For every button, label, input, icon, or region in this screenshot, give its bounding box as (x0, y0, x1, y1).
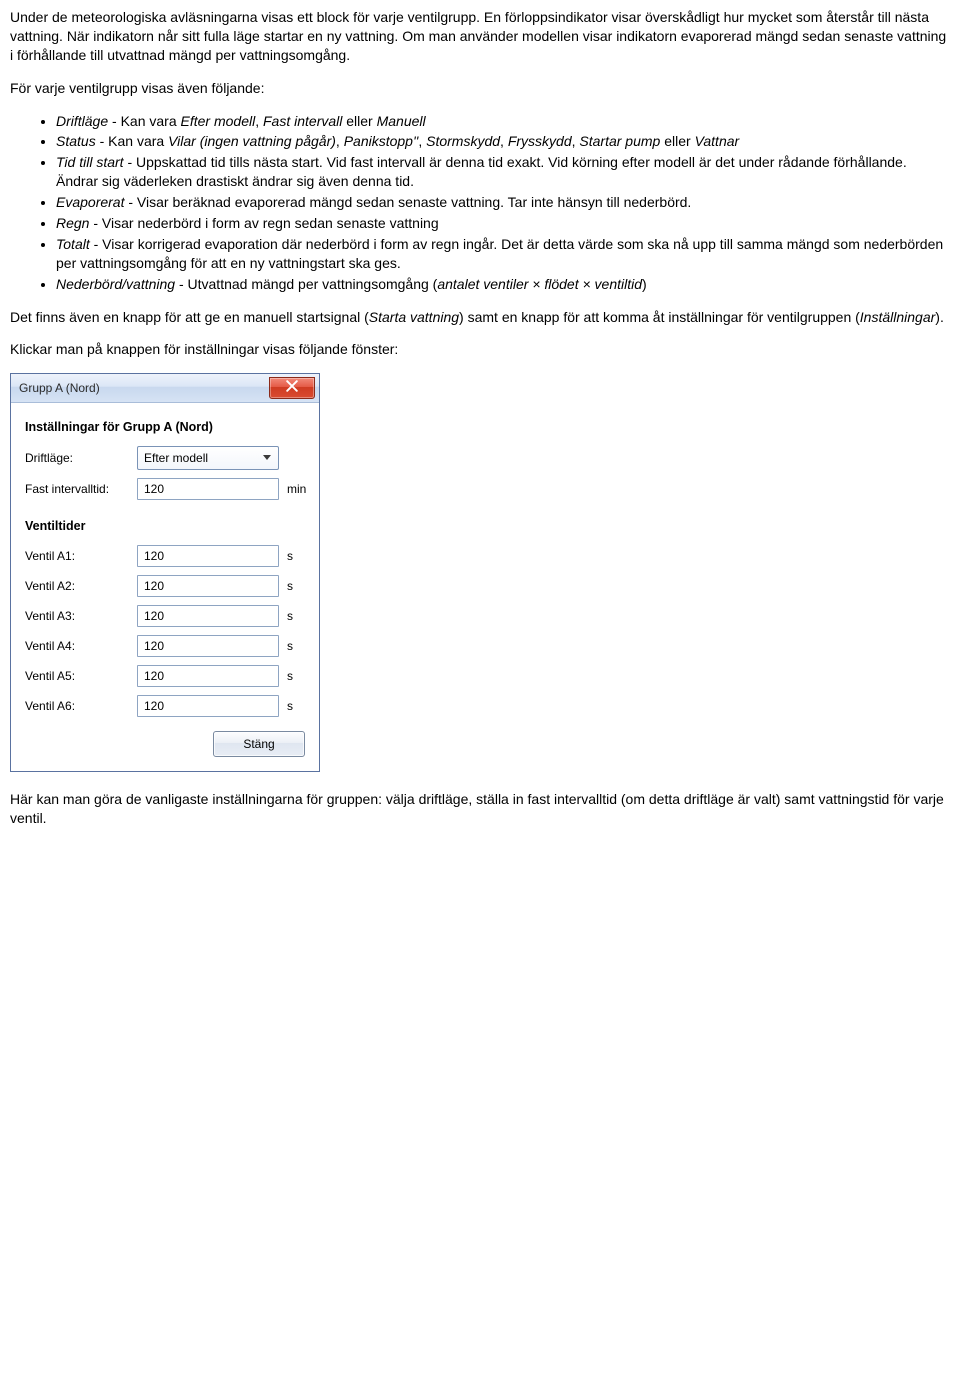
ventil-row: Ventil A5: s (25, 665, 305, 687)
fastintervall-input[interactable] (137, 478, 279, 500)
dialog-body: Inställningar för Grupp A (Nord) Driftlä… (11, 403, 319, 771)
dialog-intro: Klickar man på knappen för inställningar… (10, 340, 950, 359)
ventil-row: Ventil A6: s (25, 695, 305, 717)
list-item: Totalt - Visar korrigerad evaporation dä… (56, 235, 950, 273)
fastintervall-row: Fast intervalltid: min (25, 478, 305, 500)
driftlage-label: Driftläge: (25, 450, 137, 466)
list-item: Tid till start - Uppskattad tid tills nä… (56, 153, 950, 191)
ventil-row: Ventil A4: s (25, 635, 305, 657)
ventil-label: Ventil A5: (25, 668, 137, 684)
ventil-label: Ventil A4: (25, 638, 137, 654)
dialog-button-row: Stäng (25, 731, 305, 757)
ventil-unit: s (287, 698, 293, 714)
list-item: Status - Kan vara Vilar (ingen vattning … (56, 132, 950, 151)
feature-list: Driftläge - Kan vara Efter modell, Fast … (10, 112, 950, 294)
ventil-input[interactable] (137, 575, 279, 597)
ventil-row: Ventil A1: s (25, 545, 305, 567)
close-dialog-button[interactable]: Stäng (213, 731, 305, 757)
list-item: Nederbörd/vattning - Utvattnad mängd per… (56, 275, 950, 294)
ventil-unit: s (287, 578, 293, 594)
ventil-input[interactable] (137, 635, 279, 657)
ventil-unit: s (287, 608, 293, 624)
dialog-title: Grupp A (Nord) (19, 380, 100, 396)
driftlage-combobox[interactable]: Efter modell (137, 446, 279, 470)
ventil-unit: s (287, 668, 293, 684)
ventiltider-heading: Ventiltider (25, 518, 305, 535)
dialog-heading: Inställningar för Grupp A (Nord) (25, 419, 305, 436)
list-intro: För varje ventilgrupp visas även följand… (10, 79, 950, 98)
driftlage-value: Efter modell (144, 450, 208, 466)
ventil-unit: s (287, 638, 293, 654)
ventil-label: Ventil A1: (25, 548, 137, 564)
intro-paragraph: Under de meteorologiska avläsningarna vi… (10, 8, 950, 65)
buttons-paragraph: Det finns även en knapp för att ge en ma… (10, 308, 950, 327)
list-item: Driftläge - Kan vara Efter modell, Fast … (56, 112, 950, 131)
list-item: Regn - Visar nederbörd i form av regn se… (56, 214, 950, 233)
close-dialog-button-label: Stäng (243, 736, 274, 752)
driftlage-row: Driftläge: Efter modell (25, 446, 305, 470)
ventil-input[interactable] (137, 605, 279, 627)
ventil-row: Ventil A2: s (25, 575, 305, 597)
ventil-input[interactable] (137, 545, 279, 567)
fastintervall-label: Fast intervalltid: (25, 481, 137, 497)
close-button[interactable] (269, 377, 315, 399)
closing-paragraph: Här kan man göra de vanligaste inställni… (10, 790, 950, 828)
ventil-input[interactable] (137, 665, 279, 687)
fastintervall-unit: min (287, 481, 306, 497)
ventil-input[interactable] (137, 695, 279, 717)
chevron-down-icon (260, 455, 274, 461)
close-icon (286, 380, 298, 396)
dialog-titlebar[interactable]: Grupp A (Nord) (11, 374, 319, 403)
ventil-row: Ventil A3: s (25, 605, 305, 627)
list-item: Evaporerat - Visar beräknad evaporerad m… (56, 193, 950, 212)
ventil-label: Ventil A3: (25, 608, 137, 624)
ventil-unit: s (287, 548, 293, 564)
ventil-label: Ventil A6: (25, 698, 137, 714)
settings-dialog: Grupp A (Nord) Inställningar för Grupp A… (10, 373, 320, 772)
ventil-label: Ventil A2: (25, 578, 137, 594)
